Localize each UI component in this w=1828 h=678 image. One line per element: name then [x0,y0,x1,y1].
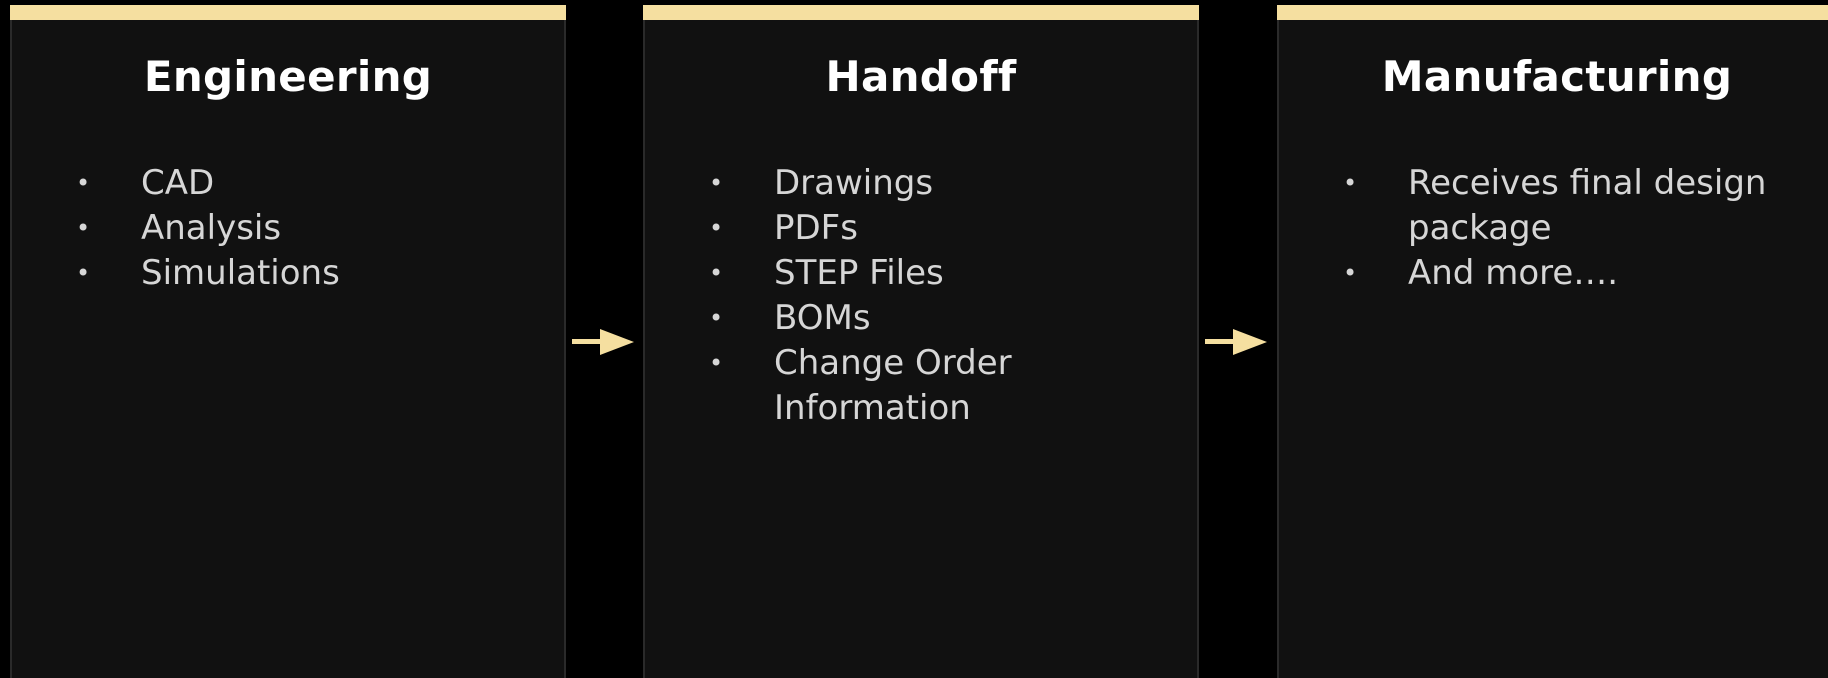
list-item-text: Simulations [141,253,340,293]
arrow-right-icon [572,329,634,355]
arrow-head [600,329,634,355]
list-item: • STEP Files [709,251,1177,296]
panel-title: Handoff [825,52,1017,101]
bullet-icon: • [709,304,724,332]
panel-accent-bar [1277,5,1828,20]
list-item: • Receives final design package [1343,161,1795,251]
list-item-text: STEP Files [774,253,944,293]
list-item-text: CAD [141,163,215,203]
list-item-text: Analysis [141,208,282,248]
arrow-right-icon [1205,329,1267,355]
bullet-icon: • [1343,169,1358,197]
panel-title: Manufacturing [1381,52,1733,101]
panel-title: Engineering [143,52,433,101]
bullet-icon: • [1343,259,1358,287]
bullet-icon: • [76,214,91,242]
arrow-head [1233,329,1267,355]
engineering-panel: Engineering • CAD • Analysis • Simulations [10,5,566,678]
panel-accent-bar [643,5,1199,20]
bullet-icon: • [709,349,724,377]
list-item-text: And more…. [1408,253,1619,293]
bullet-icon: • [709,214,724,242]
list-item: • Simulations [76,251,544,296]
bullet-icon: • [76,259,91,287]
handoff-panel: Handoff • Drawings • PDFs • STEP Files • BOM… [643,5,1199,678]
list-item-text: Drawings [774,163,934,203]
list-item: • Drawings [709,161,1177,206]
panel-bullet-list: • Receives final design package • And more… [1343,161,1795,296]
list-item: • Analysis [76,206,544,251]
list-item: • And more…. [1343,251,1795,296]
bullet-icon: • [709,259,724,287]
panel-bullet-list: • Drawings • PDFs • STEP Files • BOMs • Chang… [709,161,1177,431]
list-item-text: BOMs [774,298,871,338]
list-item: • BOMs [709,296,1177,341]
list-item-text: PDFs [774,208,858,248]
manufacturing-panel: Manufacturing • Receives final design pac… [1277,5,1828,678]
list-item-text: Change Order Information [774,343,1012,428]
list-item: • CAD [76,161,544,206]
panel-bullet-list: • CAD • Analysis • Simulations [76,161,544,296]
list-item: • Change Order Information [709,341,1177,431]
bullet-icon: • [709,169,724,197]
panel-accent-bar [10,5,566,20]
list-item: • PDFs [709,206,1177,251]
bullet-icon: • [76,169,91,197]
list-item-text: Receives final design package [1408,163,1767,248]
